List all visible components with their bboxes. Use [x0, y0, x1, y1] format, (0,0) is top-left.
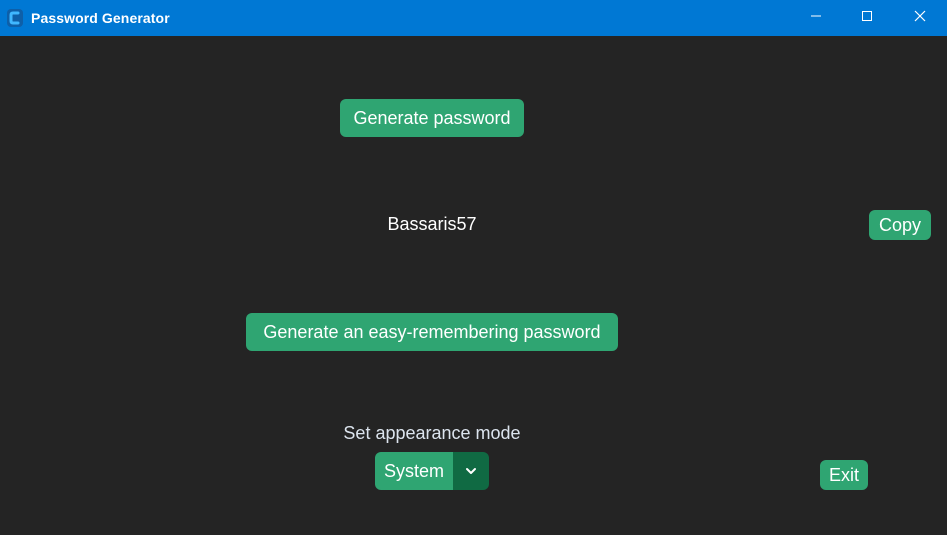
- copy-button[interactable]: Copy: [869, 210, 931, 240]
- maximize-icon: [861, 9, 873, 27]
- appearance-mode-value[interactable]: System: [375, 452, 453, 490]
- maximize-button[interactable]: [842, 0, 892, 36]
- appearance-mode-label: Set appearance mode: [343, 423, 521, 443]
- window-title: Password Generator: [31, 10, 170, 26]
- appearance-mode-dropdown[interactable]: System: [375, 452, 489, 490]
- minimize-icon: [810, 9, 822, 27]
- generate-password-button[interactable]: Generate password: [340, 99, 524, 137]
- appearance-dropdown-toggle[interactable]: [453, 452, 489, 490]
- minimize-button[interactable]: [791, 0, 841, 36]
- app-icon: [6, 8, 24, 28]
- chevron-down-icon: [465, 462, 477, 480]
- close-icon: [914, 9, 926, 27]
- app-window: Password Generator Generate password Bas…: [0, 0, 947, 535]
- generated-password-text: Bassaris57: [387, 214, 477, 234]
- generate-easy-password-button[interactable]: Generate an easy-remembering password: [246, 313, 618, 351]
- title-bar: Password Generator: [0, 0, 947, 36]
- exit-button[interactable]: Exit: [820, 460, 868, 490]
- close-button[interactable]: [895, 0, 945, 36]
